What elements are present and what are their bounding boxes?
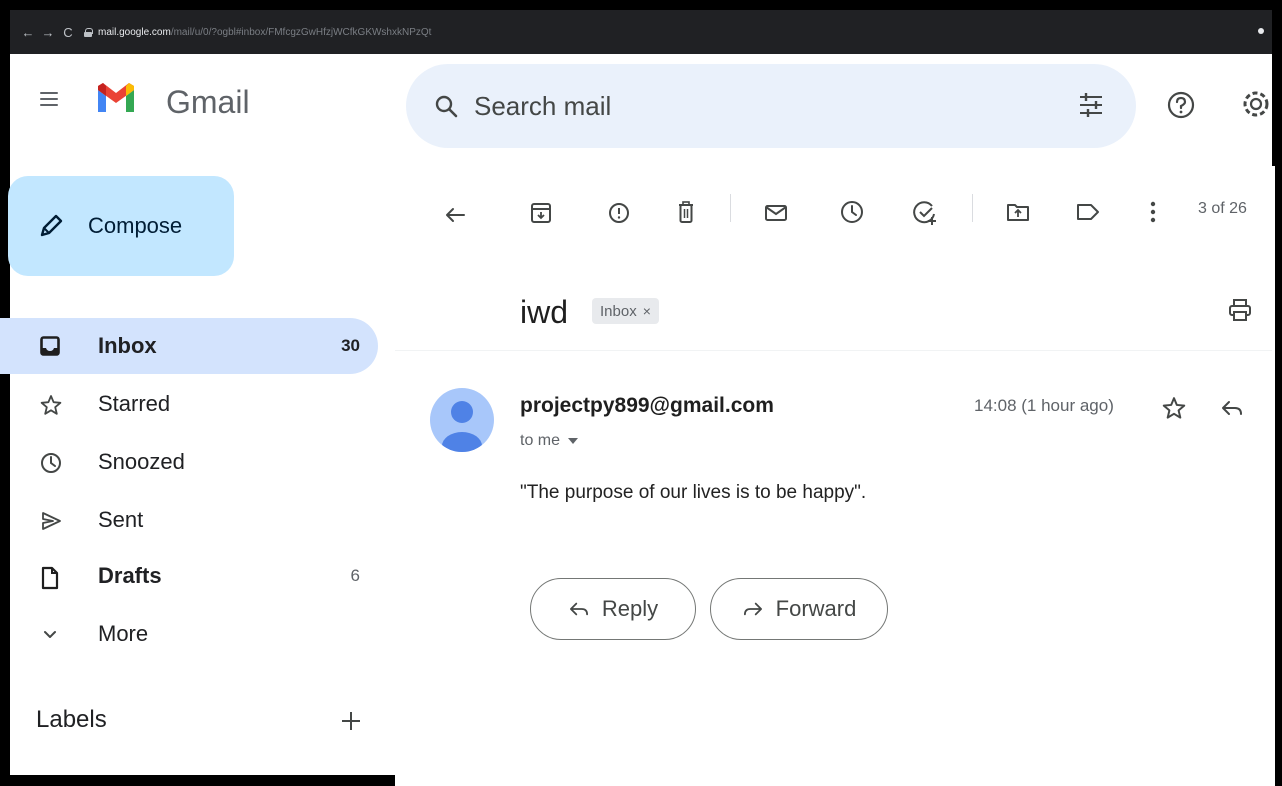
sidebar-item-label: Starred (98, 391, 171, 416)
forward-arrow-icon (743, 602, 762, 616)
send-icon (42, 512, 61, 530)
archive-icon[interactable] (530, 202, 552, 224)
reply-arrow-icon (569, 602, 588, 616)
chip-label: Inbox (600, 302, 637, 320)
mark-unread-icon[interactable] (764, 204, 788, 222)
message-timestamp: 14:08 (1 hour ago) (974, 396, 1114, 415)
recipient-details-toggle[interactable]: to me (520, 432, 579, 450)
url-path[interactable]: /mail/u/0/?ogbl#inbox/FMfcgzGwHfzjWCfkGK… (171, 27, 432, 38)
message-body: "The purpose of our lives is to be happy… (520, 482, 867, 503)
sender-email: projectpy899@gmail.com (520, 394, 774, 417)
forward-button-label: Forward (775, 596, 857, 621)
delete-icon[interactable] (676, 200, 696, 224)
compose-button[interactable]: Compose (8, 176, 234, 276)
sidebar-item-drafts[interactable]: Drafts 6 (0, 548, 378, 604)
gmail-logo-icon (98, 83, 134, 112)
search-icon[interactable] (434, 94, 458, 118)
url-host[interactable]: mail.google.com (98, 27, 171, 38)
search-input[interactable] (474, 86, 1034, 126)
unread-count: 30 (341, 336, 360, 355)
main-menu-icon[interactable] (40, 92, 58, 106)
person-icon (442, 401, 482, 452)
inbox-icon (40, 336, 60, 356)
chevron-down-icon (44, 631, 56, 638)
caret-down-icon (568, 438, 579, 444)
back-arrow-icon[interactable] (444, 204, 466, 226)
forward-nav-icon[interactable]: → (38, 25, 58, 40)
gmail-wordmark: Gmail (166, 84, 250, 120)
star-message-icon[interactable] (1162, 396, 1186, 420)
sidebar-item-label: Sent (98, 507, 144, 532)
plus-icon[interactable] (340, 710, 362, 732)
toolbar-divider (730, 194, 731, 222)
reply-icon[interactable] (1220, 398, 1244, 418)
add-task-icon[interactable] (912, 200, 938, 226)
search-options-icon[interactable] (1078, 92, 1104, 118)
sidebar-item-inbox[interactable]: Inbox 30 (0, 318, 378, 374)
toolbar-divider (972, 194, 973, 222)
sidebar-item-label: Snoozed (98, 449, 185, 474)
chip-remove-icon[interactable]: × (643, 303, 651, 319)
sender-avatar[interactable] (430, 388, 494, 452)
file-icon (41, 566, 59, 590)
more-options-icon[interactable] (1148, 200, 1158, 224)
clock-icon (41, 453, 61, 473)
help-icon[interactable] (1166, 90, 1196, 120)
sidebar-item-label: Drafts (98, 563, 162, 588)
snooze-clock-icon[interactable] (840, 200, 864, 224)
lock-icon (84, 27, 93, 37)
inbox-label-chip[interactable]: Inbox × (592, 298, 659, 324)
browser-toolbar: ← → C mail.google.com /mail/u/0/?ogbl#in… (10, 10, 1272, 54)
reply-button[interactable]: Reply (530, 578, 696, 640)
sidebar-item-label: More (98, 621, 149, 646)
back-icon[interactable]: ← (18, 25, 38, 40)
forward-button[interactable]: Forward (710, 578, 888, 640)
sidebar-item-label: Inbox (98, 333, 157, 358)
pencil-icon (40, 214, 63, 237)
sidebar-item-sent[interactable]: Sent (0, 492, 378, 548)
search-bar[interactable] (406, 64, 1136, 148)
star-icon (40, 395, 62, 415)
drafts-count: 6 (350, 566, 360, 585)
pagination-label: 3 of 26 (1198, 200, 1247, 217)
header-divider (395, 350, 1272, 351)
recipient-label: to me (520, 432, 561, 449)
move-to-folder-icon[interactable] (1006, 202, 1030, 222)
labels-heading: Labels (36, 706, 107, 733)
message-panel (395, 166, 1275, 786)
profile-dot-icon[interactable] (1258, 28, 1264, 34)
sidebar-item-snoozed[interactable]: Snoozed (0, 434, 378, 490)
report-spam-icon[interactable] (608, 202, 630, 224)
message-subject: iwd (520, 294, 569, 330)
label-tag-icon[interactable] (1076, 202, 1100, 222)
sidebar-item-more[interactable]: More (0, 606, 378, 662)
reload-icon[interactable]: C (58, 25, 78, 40)
reply-button-label: Reply (601, 596, 659, 621)
sidebar-item-starred[interactable]: Starred (0, 376, 378, 432)
compose-label: Compose (88, 213, 183, 238)
settings-gear-icon[interactable] (1240, 88, 1270, 120)
print-icon[interactable] (1228, 298, 1252, 322)
